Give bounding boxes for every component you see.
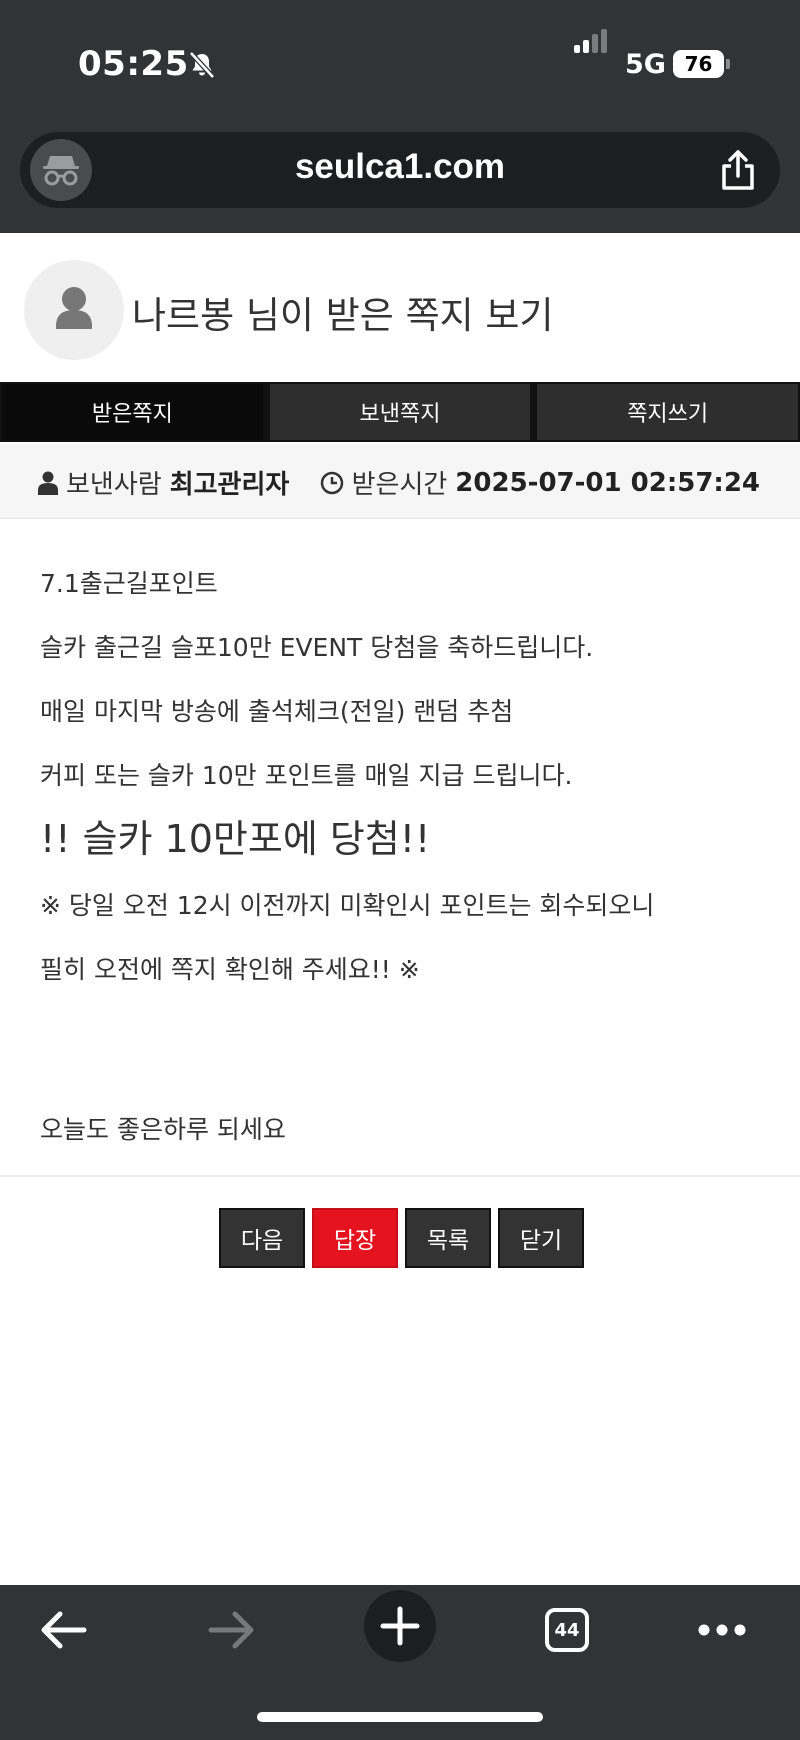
list-button[interactable]: 목록 — [405, 1208, 491, 1268]
message-tabs: 받은쪽지 보낸쪽지 쪽지쓰기 — [0, 382, 800, 442]
status-time: 05:25 — [78, 44, 189, 84]
sender-label: 보낸사람 — [66, 470, 162, 500]
message-meta: 보낸사람 최고관리자 받은시간 2025-07-01 02:57:24 — [0, 444, 800, 519]
page-title: 나르봉 님이 받은 쪽지 보기 — [132, 294, 554, 337]
back-arrow-icon — [41, 1611, 87, 1649]
received-time-info: 받은시간 2025-07-01 02:57:24 — [320, 464, 760, 501]
tabs-button[interactable]: 44 — [540, 1585, 594, 1675]
message-line: 필히 오전에 쪽지 확인해 주세요!! ※ — [40, 955, 420, 984]
clock-icon — [320, 471, 343, 494]
message-body: 7.1출근길포인트 슬카 출근길 슬포10만 EVENT 당첨을 축하드립니다.… — [40, 552, 770, 1162]
message-line: 오늘도 좋은하루 되세요 — [40, 1115, 286, 1144]
url-text[interactable]: seulca1.com — [20, 147, 780, 187]
more-dots-icon — [698, 1624, 746, 1636]
tab-inbox[interactable]: 받은쪽지 — [0, 382, 265, 442]
forward-arrow-icon — [208, 1611, 254, 1649]
page-header: 나르봉 님이 받은 쪽지 보기 — [0, 240, 800, 380]
home-indicator — [257, 1712, 543, 1722]
reply-button[interactable]: 답장 — [312, 1208, 398, 1268]
network-type: 5G — [625, 49, 666, 80]
close-button[interactable]: 닫기 — [498, 1208, 584, 1268]
bell-slash-icon — [189, 51, 215, 79]
sender-name: 최고관리자 — [169, 470, 290, 500]
battery-level: 76 — [684, 52, 713, 76]
message-line: 커피 또는 슬카 10만 포인트를 매일 지급 드립니다. — [40, 761, 573, 790]
new-tab-button[interactable] — [364, 1590, 436, 1662]
message-spacer — [40, 1002, 770, 1098]
message-line: 슬카 출근길 슬포10만 EVENT 당첨을 축하드립니다. — [40, 633, 594, 662]
tab-count-icon: 44 — [545, 1608, 589, 1652]
message-line: 7.1출근길포인트 — [40, 569, 218, 598]
user-silhouette-icon — [56, 287, 92, 329]
share-icon[interactable] — [718, 148, 758, 192]
avatar — [24, 260, 124, 360]
action-buttons: 다음 답장 목록 닫기 — [219, 1208, 584, 1268]
message-line: ※ 당일 오전 12시 이전까지 미확인시 포인트는 회수되오니 — [40, 891, 655, 920]
plus-icon — [380, 1606, 420, 1646]
message-line: 매일 마지막 방송에 출석체크(전일) 랜덤 추첨 — [40, 697, 514, 726]
sender-info: 보낸사람 최고관리자 — [38, 464, 289, 501]
tab-compose[interactable]: 쪽지쓰기 — [535, 382, 800, 442]
back-button[interactable] — [28, 1585, 98, 1675]
address-bar[interactable]: seulca1.com — [20, 132, 780, 208]
divider — [0, 1175, 800, 1177]
tab-count: 44 — [554, 1619, 580, 1641]
time-label: 받은시간 — [351, 470, 448, 500]
user-icon — [38, 471, 58, 495]
more-button[interactable] — [692, 1585, 752, 1675]
battery-icon: 76 — [673, 50, 724, 78]
message-highlight: !! 슬카 10만포에 당첨!! — [40, 817, 431, 861]
forward-button[interactable] — [197, 1585, 267, 1675]
time-value: 2025-07-01 02:57:24 — [455, 467, 760, 498]
next-button[interactable]: 다음 — [219, 1208, 305, 1268]
tab-sent[interactable]: 보낸쪽지 — [267, 382, 533, 442]
battery-tip — [726, 59, 730, 69]
browser-top-chrome: 05:25 5G 76 seulca1.com — [0, 0, 800, 233]
